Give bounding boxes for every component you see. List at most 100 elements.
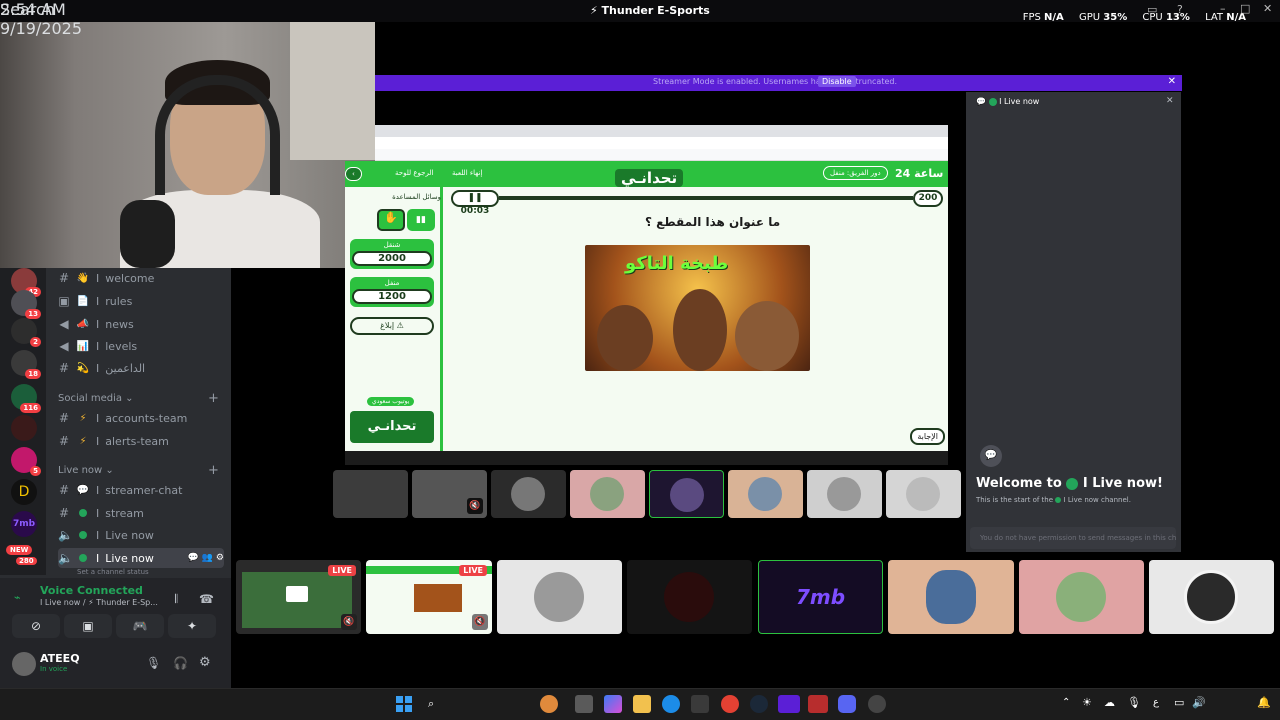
app-icon[interactable]	[778, 695, 800, 713]
volume-icon[interactable]: 🔊	[1192, 696, 1206, 709]
edge-icon[interactable]	[662, 695, 680, 713]
close-icon[interactable]: ✕	[1168, 76, 1176, 87]
help-icon[interactable]: ?	[1177, 3, 1183, 16]
timer-bar: ❚❚ 00:03 200	[451, 190, 943, 216]
channel-stream[interactable]: # Istream	[58, 503, 224, 523]
participant-thumbnail[interactable]	[649, 470, 724, 518]
end-game-button[interactable]: إنهاء اللعبة	[452, 169, 482, 177]
discord-icon[interactable]	[838, 695, 856, 713]
user-status: In voice	[40, 665, 68, 673]
microphone-icon[interactable]: 🎙	[1127, 696, 1141, 709]
participant-tile[interactable]	[1019, 560, 1144, 634]
notification-icon[interactable]: 🔔	[1257, 696, 1271, 709]
username: ATEEQ	[40, 652, 80, 665]
language-indicator[interactable]: ع	[1153, 697, 1159, 708]
participant-tile[interactable]	[1149, 560, 1274, 634]
clock[interactable]: 2:54 AM 9/19/2025	[0, 0, 82, 38]
muted-icon[interactable]: 🔇	[472, 614, 488, 630]
channel-live-now-active[interactable]: 🔈 I Live now 💬 👥 ⚙	[58, 548, 224, 568]
activities-icon[interactable]: 🎮	[116, 614, 164, 638]
back-to-board-button[interactable]: الرجوع للوحة	[395, 169, 433, 177]
brand-logo: تحدانـي	[350, 411, 434, 443]
clock-time: 2:54 AM	[0, 0, 66, 19]
server-icon[interactable]	[11, 415, 37, 441]
channel-welcome[interactable]: # 👋 Iwelcome	[58, 268, 224, 288]
server-icon[interactable]: D	[11, 479, 37, 505]
stream-thumbnail[interactable]: 🔇	[412, 470, 487, 518]
server-icon[interactable]: 5	[11, 447, 41, 476]
microphone-icon[interactable]: 🎙	[146, 656, 161, 670]
cloud-icon[interactable]: ☁	[1104, 696, 1115, 709]
close-icon[interactable]: ✕	[1166, 96, 1174, 106]
timer[interactable]: ❚❚ 00:03	[451, 190, 499, 216]
rules-icon: ▣	[58, 294, 70, 308]
steam-icon[interactable]	[750, 695, 768, 713]
participant-thumbnail[interactable]	[570, 470, 645, 518]
maximize-icon[interactable]: □	[1240, 2, 1250, 15]
back-button[interactable]: ‹	[345, 167, 362, 181]
windows-start-icon[interactable]	[396, 696, 412, 712]
stream-tile[interactable]: LIVE 🔇	[366, 560, 492, 634]
camera-off-icon[interactable]: ⊘	[12, 614, 60, 638]
soundboard-icon[interactable]: ✦	[168, 614, 216, 638]
channel-alerts-team[interactable]: # ⚡ Ialerts-team	[58, 431, 224, 451]
chat-header-title: I Live now	[999, 97, 1040, 106]
server-icon[interactable]: 18	[11, 350, 41, 379]
disconnect-icon[interactable]: ☎	[199, 592, 214, 606]
headphones-icon[interactable]: 🎧	[173, 656, 188, 670]
channel-news[interactable]: ◀ 📣 Inews	[58, 314, 224, 334]
file-explorer-icon[interactable]	[633, 695, 651, 713]
participant-tile[interactable]	[497, 560, 622, 634]
participant-tile-speaking[interactable]: 7mb	[758, 560, 883, 634]
participant-thumbnail[interactable]	[728, 470, 803, 518]
category-live-now[interactable]: Live now ⌄	[58, 465, 114, 476]
team-turn-badge: دور الفريق: منفل	[823, 166, 888, 180]
report-button[interactable]: إبلاغ ⚠	[350, 317, 434, 335]
add-channel-icon[interactable]: +	[208, 391, 219, 406]
hand-icon[interactable]: ✋	[377, 209, 405, 231]
participant-tile[interactable]	[627, 560, 752, 634]
channel-supporters[interactable]: # 💫 I الداعمين	[58, 358, 224, 378]
brightness-icon[interactable]: ☀	[1082, 696, 1092, 709]
voice-location[interactable]: I Live now / ⚡ Thunder E-Sp...	[40, 598, 158, 607]
avatar[interactable]	[12, 652, 36, 676]
minimize-icon[interactable]: –	[1220, 2, 1226, 15]
soundwave-icon[interactable]: 𝄃	[175, 592, 178, 607]
copilot-icon[interactable]	[604, 695, 622, 713]
network-icon[interactable]: ▭	[1174, 696, 1184, 709]
chrome-icon[interactable]	[721, 695, 739, 713]
channel-rules[interactable]: ▣ 📄 Irules	[58, 291, 224, 311]
channel-actions-icon[interactable]: 💬 👥 ⚙	[188, 553, 224, 563]
participant-thumbnail[interactable]	[491, 470, 566, 518]
channel-accounts-team[interactable]: # ⚡ Iaccounts-team	[58, 408, 224, 428]
channel-live-now[interactable]: 🔈 I Live now	[58, 525, 224, 545]
store-icon[interactable]	[691, 695, 709, 713]
channel-levels[interactable]: ◀ 📊 Ilevels	[58, 336, 224, 356]
server-icon[interactable]: 13	[11, 290, 41, 319]
app-icon[interactable]	[808, 695, 828, 713]
app-icon[interactable]	[868, 695, 886, 713]
participant-thumbnail[interactable]	[807, 470, 882, 518]
participant-thumbnail[interactable]	[886, 470, 961, 518]
lifeline-icon[interactable]: ▮▮	[407, 209, 435, 231]
answer-button[interactable]: الإجابة	[910, 428, 945, 445]
channel-streamer-chat[interactable]: # 💬 Istreamer-chat	[58, 480, 224, 500]
disable-button[interactable]: Disable	[818, 76, 856, 87]
channel-status-hint[interactable]: Set a channel status	[77, 568, 149, 576]
voice-connected-label[interactable]: Voice Connected	[40, 584, 143, 597]
stream-thumbnail[interactable]	[333, 470, 408, 518]
category-social-media[interactable]: Social media ⌄	[58, 393, 134, 404]
stream-tile[interactable]: LIVE 🔇	[236, 560, 361, 634]
screen-share-icon[interactable]: ▣	[64, 614, 112, 638]
server-icon[interactable]: 7mb	[11, 511, 37, 537]
chevron-up-icon[interactable]: ⌃	[1062, 697, 1070, 708]
muted-icon[interactable]: 🔇	[341, 614, 357, 630]
window-icon[interactable]: ▭	[1147, 3, 1157, 16]
server-icon[interactable]: 116	[11, 384, 41, 413]
server-icon[interactable]: 2	[11, 318, 41, 347]
close-icon[interactable]: ✕	[1263, 2, 1272, 15]
task-view-icon[interactable]	[575, 695, 593, 713]
add-channel-icon[interactable]: +	[208, 463, 219, 478]
settings-icon[interactable]: ⚙	[199, 655, 211, 670]
participant-tile[interactable]	[888, 560, 1014, 634]
